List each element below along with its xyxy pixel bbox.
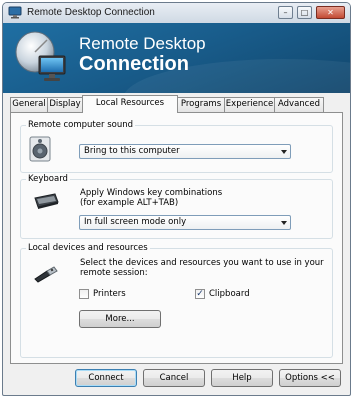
- help-button[interactable]: Help: [211, 369, 273, 387]
- maximize-button[interactable]: □: [297, 6, 312, 19]
- remote-desktop-logo-icon: [15, 31, 66, 81]
- connect-button[interactable]: Connect: [75, 369, 137, 387]
- banner-title-line2: Connection: [79, 53, 189, 75]
- printers-label[interactable]: Printers: [93, 289, 126, 299]
- rdc-app-icon: [8, 6, 22, 19]
- remote-sound-group-label: Remote computer sound: [26, 120, 135, 130]
- options-button[interactable]: Options <<: [279, 369, 341, 387]
- close-icon: ✕: [327, 8, 334, 17]
- remote-sound-dropdown[interactable]: Bring to this computer: [79, 144, 291, 159]
- more-button[interactable]: More...: [79, 310, 161, 328]
- clipboard-checkbox[interactable]: ✓: [195, 289, 205, 299]
- printers-checkbox[interactable]: [79, 289, 89, 299]
- banner: Remote Desktop Connection: [3, 23, 350, 93]
- tab-strip: General Display Local Resources Programs…: [10, 95, 343, 113]
- clipboard-label[interactable]: Clipboard: [209, 289, 250, 299]
- minimize-button[interactable]: –: [278, 6, 293, 19]
- remote-sound-group: Remote computer sound Bring to this comp…: [20, 120, 333, 173]
- keyboard-icon: [34, 193, 59, 209]
- keyboard-description-line2: (for example ALT+TAB): [80, 198, 179, 208]
- local-devices-group: Local devices and resources Select the d…: [20, 243, 333, 358]
- close-button[interactable]: ✕: [316, 6, 345, 19]
- tab-programs[interactable]: Programs: [177, 97, 225, 112]
- tab-display[interactable]: Display: [47, 97, 83, 112]
- tab-general[interactable]: General: [10, 97, 48, 112]
- keyboard-dropdown[interactable]: In full screen mode only: [79, 215, 291, 230]
- checkmark-icon: ✓: [196, 289, 204, 299]
- chevron-down-icon: [281, 221, 287, 225]
- window-title: Remote Desktop Connection: [27, 7, 155, 18]
- tab-experience[interactable]: Experience: [224, 97, 275, 112]
- keyboard-selected: In full screen mode only: [84, 217, 187, 227]
- banner-title-line1: Remote Desktop: [79, 34, 206, 53]
- devices-description-line2: remote session:: [80, 268, 148, 278]
- usb-plug-icon: [34, 266, 58, 283]
- local-devices-group-label: Local devices and resources: [26, 243, 150, 253]
- local-resources-panel: Remote computer sound Bring to this comp…: [10, 112, 343, 364]
- keyboard-group-label: Keyboard: [26, 174, 70, 184]
- chevron-down-icon: [281, 150, 287, 154]
- rdc-window: Remote Desktop Connection – □ ✕ Remote D…: [2, 2, 351, 396]
- tab-advanced[interactable]: Advanced: [274, 97, 324, 112]
- remote-sound-selected: Bring to this computer: [84, 146, 180, 156]
- title-bar[interactable]: Remote Desktop Connection – □ ✕: [3, 3, 350, 24]
- speaker-icon: [29, 136, 51, 162]
- devices-description-line1: Select the devices and resources you wan…: [80, 258, 324, 268]
- keyboard-group: Keyboard Apply Windows key combinations …: [20, 174, 333, 239]
- keyboard-description-line1: Apply Windows key combinations: [80, 188, 223, 198]
- tab-local-resources[interactable]: Local Resources: [82, 95, 178, 113]
- cancel-button[interactable]: Cancel: [143, 369, 205, 387]
